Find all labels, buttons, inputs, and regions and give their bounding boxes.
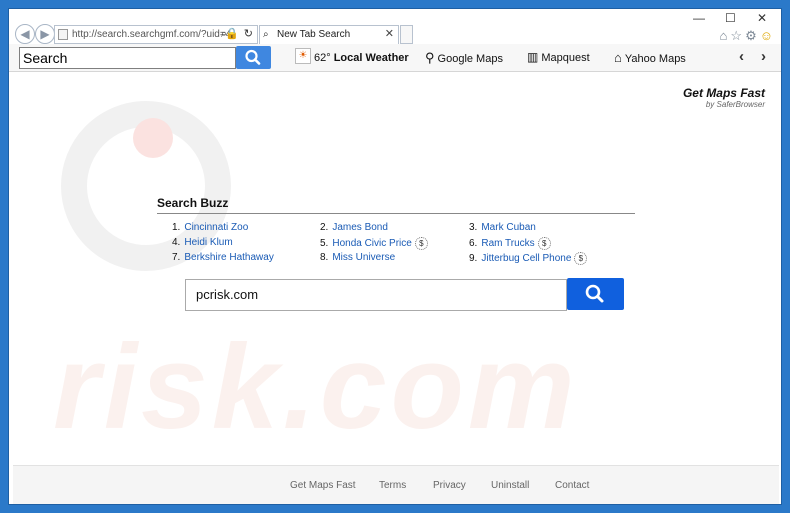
watermark-dot bbox=[133, 118, 173, 158]
brand-byline: by SaferBrowser bbox=[705, 100, 765, 109]
mapquest-link[interactable]: ▥ Mapquest bbox=[527, 50, 590, 64]
buzz-item: 2. James Bond bbox=[320, 222, 388, 233]
smiley-feedback-icon[interactable]: ☺ bbox=[760, 28, 776, 43]
gear-icon[interactable]: ⚙ bbox=[745, 28, 760, 43]
brand-logo: Get Maps Fast by SaferBrowser bbox=[683, 86, 765, 109]
footer-link-privacy[interactable]: Privacy bbox=[433, 480, 466, 491]
browser-tool-icons: ⌂☆⚙☺ bbox=[720, 28, 776, 44]
footer-link-uninstall[interactable]: Uninstall bbox=[491, 480, 529, 491]
weather-temp: 62° bbox=[314, 51, 331, 64]
weather-label: Local Weather bbox=[333, 51, 409, 64]
lock-icon: 🔒 bbox=[225, 28, 239, 40]
browser-topbar: ◀ ▶ http://search.searchgmf.com/?uid=4 ⌕… bbox=[9, 9, 781, 44]
yahoo-maps-link[interactable]: ⌂ Yahoo Maps bbox=[614, 50, 686, 65]
toolbar-search-input[interactable]: Search bbox=[19, 47, 236, 69]
buzz-link[interactable]: Heidi Klum bbox=[184, 237, 232, 248]
buzz-num: 1. bbox=[172, 222, 181, 233]
extension-toolbar: Search ☀ 62° Local Weather ⚲ Google Maps ▥… bbox=[9, 44, 781, 72]
dollar-badge-icon: $ bbox=[414, 237, 428, 250]
google-maps-link[interactable]: ⚲ Google Maps bbox=[425, 50, 503, 66]
page-footer: Get Maps Fast Terms Privacy Uninstall Co… bbox=[13, 465, 779, 504]
buzz-link[interactable]: Mark Cuban bbox=[481, 222, 535, 233]
watermark-text: risk.com bbox=[53, 320, 579, 454]
back-arrow-icon[interactable]: ◀ bbox=[15, 24, 35, 44]
footer-link-contact[interactable]: Contact bbox=[555, 480, 589, 491]
buzz-item: 8. Miss Universe bbox=[320, 252, 395, 263]
buzz-item: 6. Ram Trucks $ bbox=[469, 237, 551, 250]
buzz-num: 6. bbox=[469, 238, 478, 249]
local-weather-link[interactable]: ☀ 62° Local Weather bbox=[295, 48, 409, 66]
divider bbox=[157, 213, 635, 214]
chevron-left-icon[interactable]: ‹ bbox=[739, 48, 744, 65]
tab-title: New Tab Search bbox=[277, 29, 351, 40]
buzz-item: 5. Honda Civic Price $ bbox=[320, 237, 428, 250]
map-pin-icon: ⚲ bbox=[425, 50, 435, 65]
dollar-badge-icon: $ bbox=[537, 237, 551, 250]
buzz-link[interactable]: Berkshire Hathaway bbox=[184, 252, 273, 263]
mapquest-label: Mapquest bbox=[541, 52, 590, 64]
tab-new-tab-search[interactable]: ⌕ New Tab Search ✕ bbox=[259, 25, 399, 44]
address-url: http://search.searchgmf.com/?uid=4 bbox=[72, 29, 232, 40]
buzz-num: 8. bbox=[320, 252, 329, 263]
home-icon[interactable]: ⌂ bbox=[720, 28, 731, 43]
toolbar-search-button[interactable] bbox=[236, 46, 271, 69]
dollar-badge-icon: $ bbox=[574, 252, 588, 265]
refresh-icon[interactable]: ↻ bbox=[244, 26, 253, 43]
main-search-input[interactable]: pcrisk.com bbox=[185, 279, 567, 311]
search-buzz-title: Search Buzz bbox=[157, 196, 229, 210]
chevron-right-icon[interactable]: › bbox=[761, 48, 766, 65]
main-search-button[interactable] bbox=[567, 278, 624, 310]
yahoo-maps-label: Yahoo Maps bbox=[624, 53, 686, 65]
search-icon bbox=[245, 49, 261, 65]
buzz-item: 9. Jitterbug Cell Phone $ bbox=[469, 252, 588, 265]
buzz-link[interactable]: James Bond bbox=[332, 222, 388, 233]
google-maps-label: Google Maps bbox=[437, 53, 503, 65]
buzz-item: 7. Berkshire Hathaway bbox=[172, 252, 274, 263]
house-icon: ⌂ bbox=[614, 50, 622, 65]
weather-sun-icon: ☀ bbox=[295, 48, 311, 64]
new-tab-page: risk.com Get Maps Fast by SaferBrowser S… bbox=[13, 73, 779, 465]
buzz-item: 1. Cincinnati Zoo bbox=[172, 222, 248, 233]
search-icon bbox=[585, 284, 604, 303]
brand-name: Get Maps Fast bbox=[682, 86, 765, 100]
buzz-link[interactable]: Miss Universe bbox=[332, 252, 395, 263]
minimize-icon[interactable]: — bbox=[693, 11, 705, 25]
close-window-icon[interactable]: ✕ bbox=[757, 11, 767, 25]
browser-window: ◀ ▶ http://search.searchgmf.com/?uid=4 ⌕… bbox=[8, 8, 782, 505]
buzz-num: 9. bbox=[469, 253, 478, 264]
footer-link-get-maps-fast[interactable]: Get Maps Fast bbox=[290, 480, 356, 491]
buzz-num: 4. bbox=[172, 237, 181, 248]
maximize-icon[interactable]: ☐ bbox=[725, 11, 736, 25]
new-tab-button[interactable] bbox=[400, 25, 413, 44]
buzz-num: 3. bbox=[469, 222, 478, 233]
close-tab-icon[interactable]: ✕ bbox=[385, 26, 394, 43]
buzz-link[interactable]: Jitterbug Cell Phone bbox=[481, 253, 571, 264]
forward-arrow-icon[interactable]: ▶ bbox=[35, 24, 55, 44]
buzz-link[interactable]: Cincinnati Zoo bbox=[184, 222, 248, 233]
footer-link-terms[interactable]: Terms bbox=[379, 480, 406, 491]
buzz-link[interactable]: Ram Trucks bbox=[481, 238, 534, 249]
favorites-star-icon[interactable]: ☆ bbox=[730, 28, 745, 43]
folded-map-icon: ▥ bbox=[527, 50, 539, 64]
search-icon: ⌕ bbox=[263, 29, 269, 40]
address-bar[interactable]: http://search.searchgmf.com/?uid=4 ⌕ 🔒 ↻ bbox=[54, 25, 258, 44]
buzz-item: 3. Mark Cuban bbox=[469, 222, 536, 233]
buzz-item: 4. Heidi Klum bbox=[172, 237, 233, 248]
page-icon bbox=[58, 29, 68, 40]
buzz-link[interactable]: Honda Civic Price bbox=[332, 238, 411, 249]
buzz-num: 5. bbox=[320, 238, 329, 249]
buzz-num: 7. bbox=[172, 252, 181, 263]
buzz-num: 2. bbox=[320, 222, 329, 233]
